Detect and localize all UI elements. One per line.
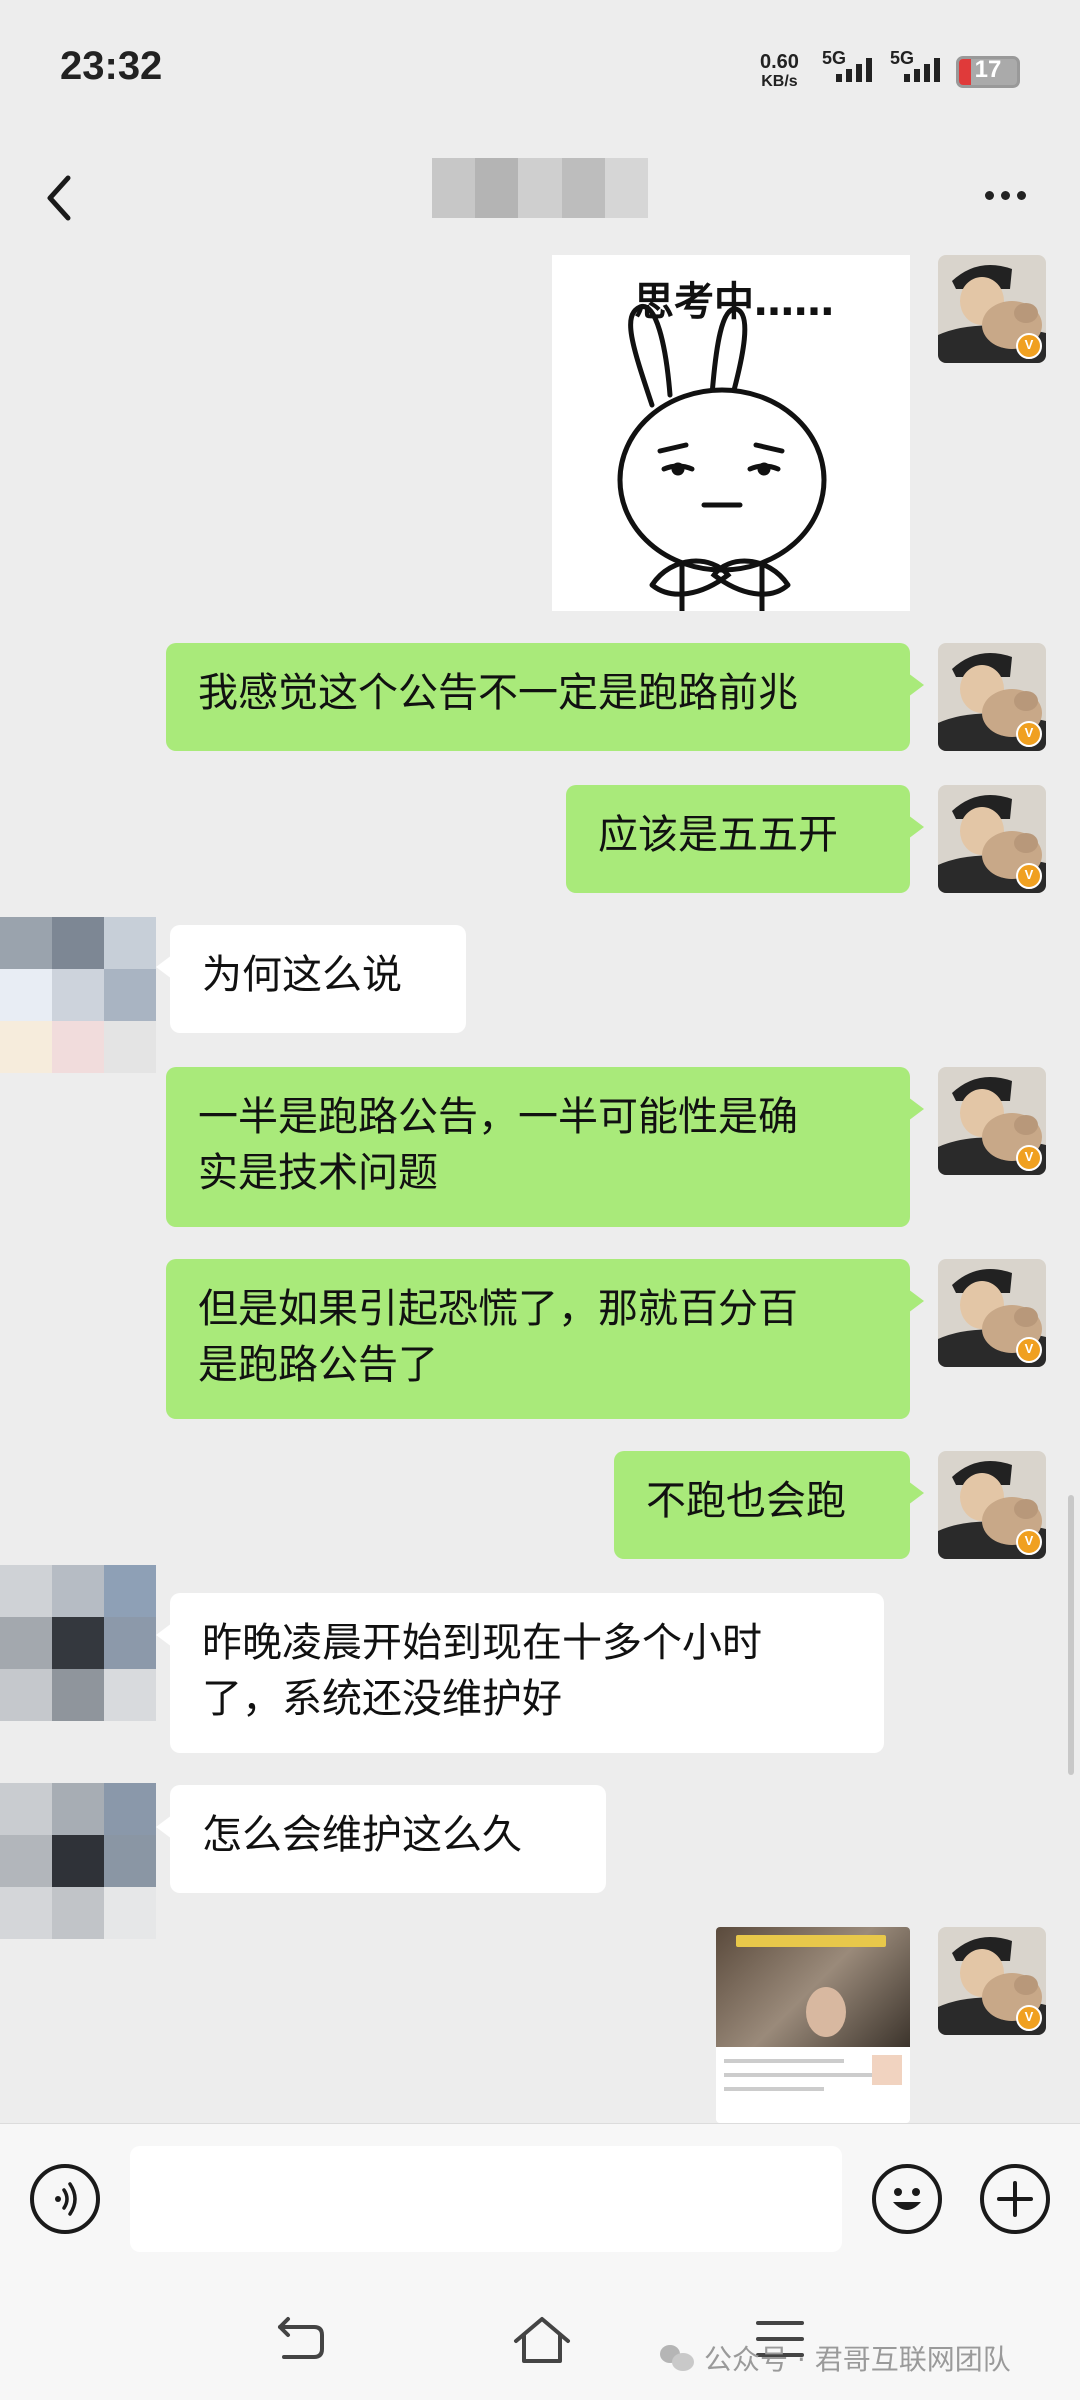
sent-message[interactable]: 但是如果引起恐慌了，那就百分百 是跑路公告了 xyxy=(166,1259,924,1419)
status-bar: 23:32 0.60 KB/s 5G 5G 17 xyxy=(0,0,1080,140)
message-input[interactable] xyxy=(130,2146,842,2252)
verified-badge-icon: V xyxy=(1016,1529,1042,1555)
battery-level: 17 xyxy=(974,56,1002,83)
scrollbar[interactable] xyxy=(1068,1495,1074,1775)
watermark: 公众号 · 君哥互联网团队 xyxy=(660,2338,1011,2378)
my-avatar[interactable]: V xyxy=(938,1927,1046,2035)
message-text: 应该是五五开 xyxy=(598,812,838,858)
message-text-line-2: 实是技术问题 xyxy=(198,1150,438,1196)
verified-badge-icon: V xyxy=(1016,721,1042,747)
signal-strength-icon-2 xyxy=(904,58,940,82)
sent-message[interactable]: 不跑也会跑 xyxy=(614,1451,924,1559)
more-functions-button[interactable] xyxy=(980,2164,1050,2234)
message-text: 不跑也会跑 xyxy=(646,1478,846,1524)
message-list[interactable]: 思考中…… V 我感觉这个公告不一定是跑路前兆 V 应该是五五开 V 为何这么说… xyxy=(0,255,1080,2123)
verified-badge-icon: V xyxy=(1016,1337,1042,1363)
verified-badge-icon: V xyxy=(1016,2005,1042,2031)
video-person-icon xyxy=(806,1987,846,2037)
message-text-line-1: 但是如果引起恐慌了，那就百分百 xyxy=(198,1286,798,1332)
contact-avatar-blurred[interactable] xyxy=(0,917,156,1073)
battery-icon: 17 xyxy=(956,56,1020,88)
sticker-message[interactable]: 思考中…… xyxy=(552,255,910,611)
contact-avatar-blurred[interactable] xyxy=(0,1783,156,1939)
message-text: 怎么会维护这么久 xyxy=(202,1812,522,1858)
my-avatar[interactable]: V xyxy=(938,1451,1046,1559)
more-options-button[interactable] xyxy=(975,160,1035,230)
watermark-text: 公众号 · 君哥互联网团队 xyxy=(704,2343,1011,2376)
wechat-logo-icon xyxy=(660,2345,694,2371)
video-author-avatar xyxy=(872,2055,902,2085)
my-avatar[interactable]: V xyxy=(938,255,1046,363)
chat-title-blurred xyxy=(432,158,649,218)
emoji-icon xyxy=(893,2188,921,2210)
received-message[interactable]: 怎么会维护这么久 xyxy=(156,1785,606,1893)
message-text-line-1: 昨晚凌晨开始到现在十多个小时 xyxy=(202,1620,762,1666)
contact-avatar-blurred[interactable] xyxy=(0,1565,156,1721)
message-text: 为何这么说 xyxy=(202,952,402,998)
sent-message[interactable]: 一半是跑路公告，一半可能性是确 实是技术问题 xyxy=(166,1067,924,1227)
video-title-strip xyxy=(736,1935,886,1947)
message-text-line-2: 了，系统还没维护好 xyxy=(202,1676,562,1722)
network-speed-unit: KB/s xyxy=(761,73,798,90)
network-speed-value: 0.60 xyxy=(760,51,799,73)
system-back-icon[interactable] xyxy=(270,2313,330,2373)
message-text: 我感觉这个公告不一定是跑路前兆 xyxy=(198,670,798,716)
my-avatar[interactable]: V xyxy=(938,785,1046,893)
message-text-line-2: 是跑路公告了 xyxy=(198,1342,438,1388)
verified-badge-icon: V xyxy=(1016,333,1042,359)
system-home-icon[interactable] xyxy=(510,2311,574,2375)
input-bar xyxy=(0,2123,1080,2276)
received-message[interactable]: 昨晚凌晨开始到现在十多个小时 了，系统还没维护好 xyxy=(156,1593,884,1753)
network-speed: 0.60 KB/s xyxy=(760,52,799,92)
plus-icon xyxy=(997,2181,1033,2217)
chat-header xyxy=(0,140,1080,255)
ellipsis-icon xyxy=(984,190,994,200)
voice-input-button[interactable] xyxy=(30,2164,100,2234)
back-button[interactable] xyxy=(36,160,86,230)
message-text-line-1: 一半是跑路公告，一半可能性是确 xyxy=(198,1094,798,1140)
received-message[interactable]: 为何这么说 xyxy=(156,925,466,1033)
sent-message[interactable]: 应该是五五开 xyxy=(566,785,924,893)
chevron-left-icon xyxy=(47,175,71,221)
my-avatar[interactable]: V xyxy=(938,1067,1046,1175)
sent-message[interactable]: 我感觉这个公告不一定是跑路前兆 xyxy=(166,643,924,751)
my-avatar[interactable]: V xyxy=(938,643,1046,751)
emoji-button[interactable] xyxy=(872,2164,942,2234)
signal-strength-icon-1 xyxy=(836,58,872,82)
status-time: 23:32 xyxy=(60,44,163,88)
verified-badge-icon: V xyxy=(1016,1145,1042,1171)
my-avatar[interactable]: V xyxy=(938,1259,1046,1367)
verified-badge-icon: V xyxy=(1016,863,1042,889)
video-share-card[interactable] xyxy=(716,1927,910,2123)
rabbit-sticker-icon xyxy=(617,304,827,611)
voice-icon xyxy=(55,2182,77,2216)
